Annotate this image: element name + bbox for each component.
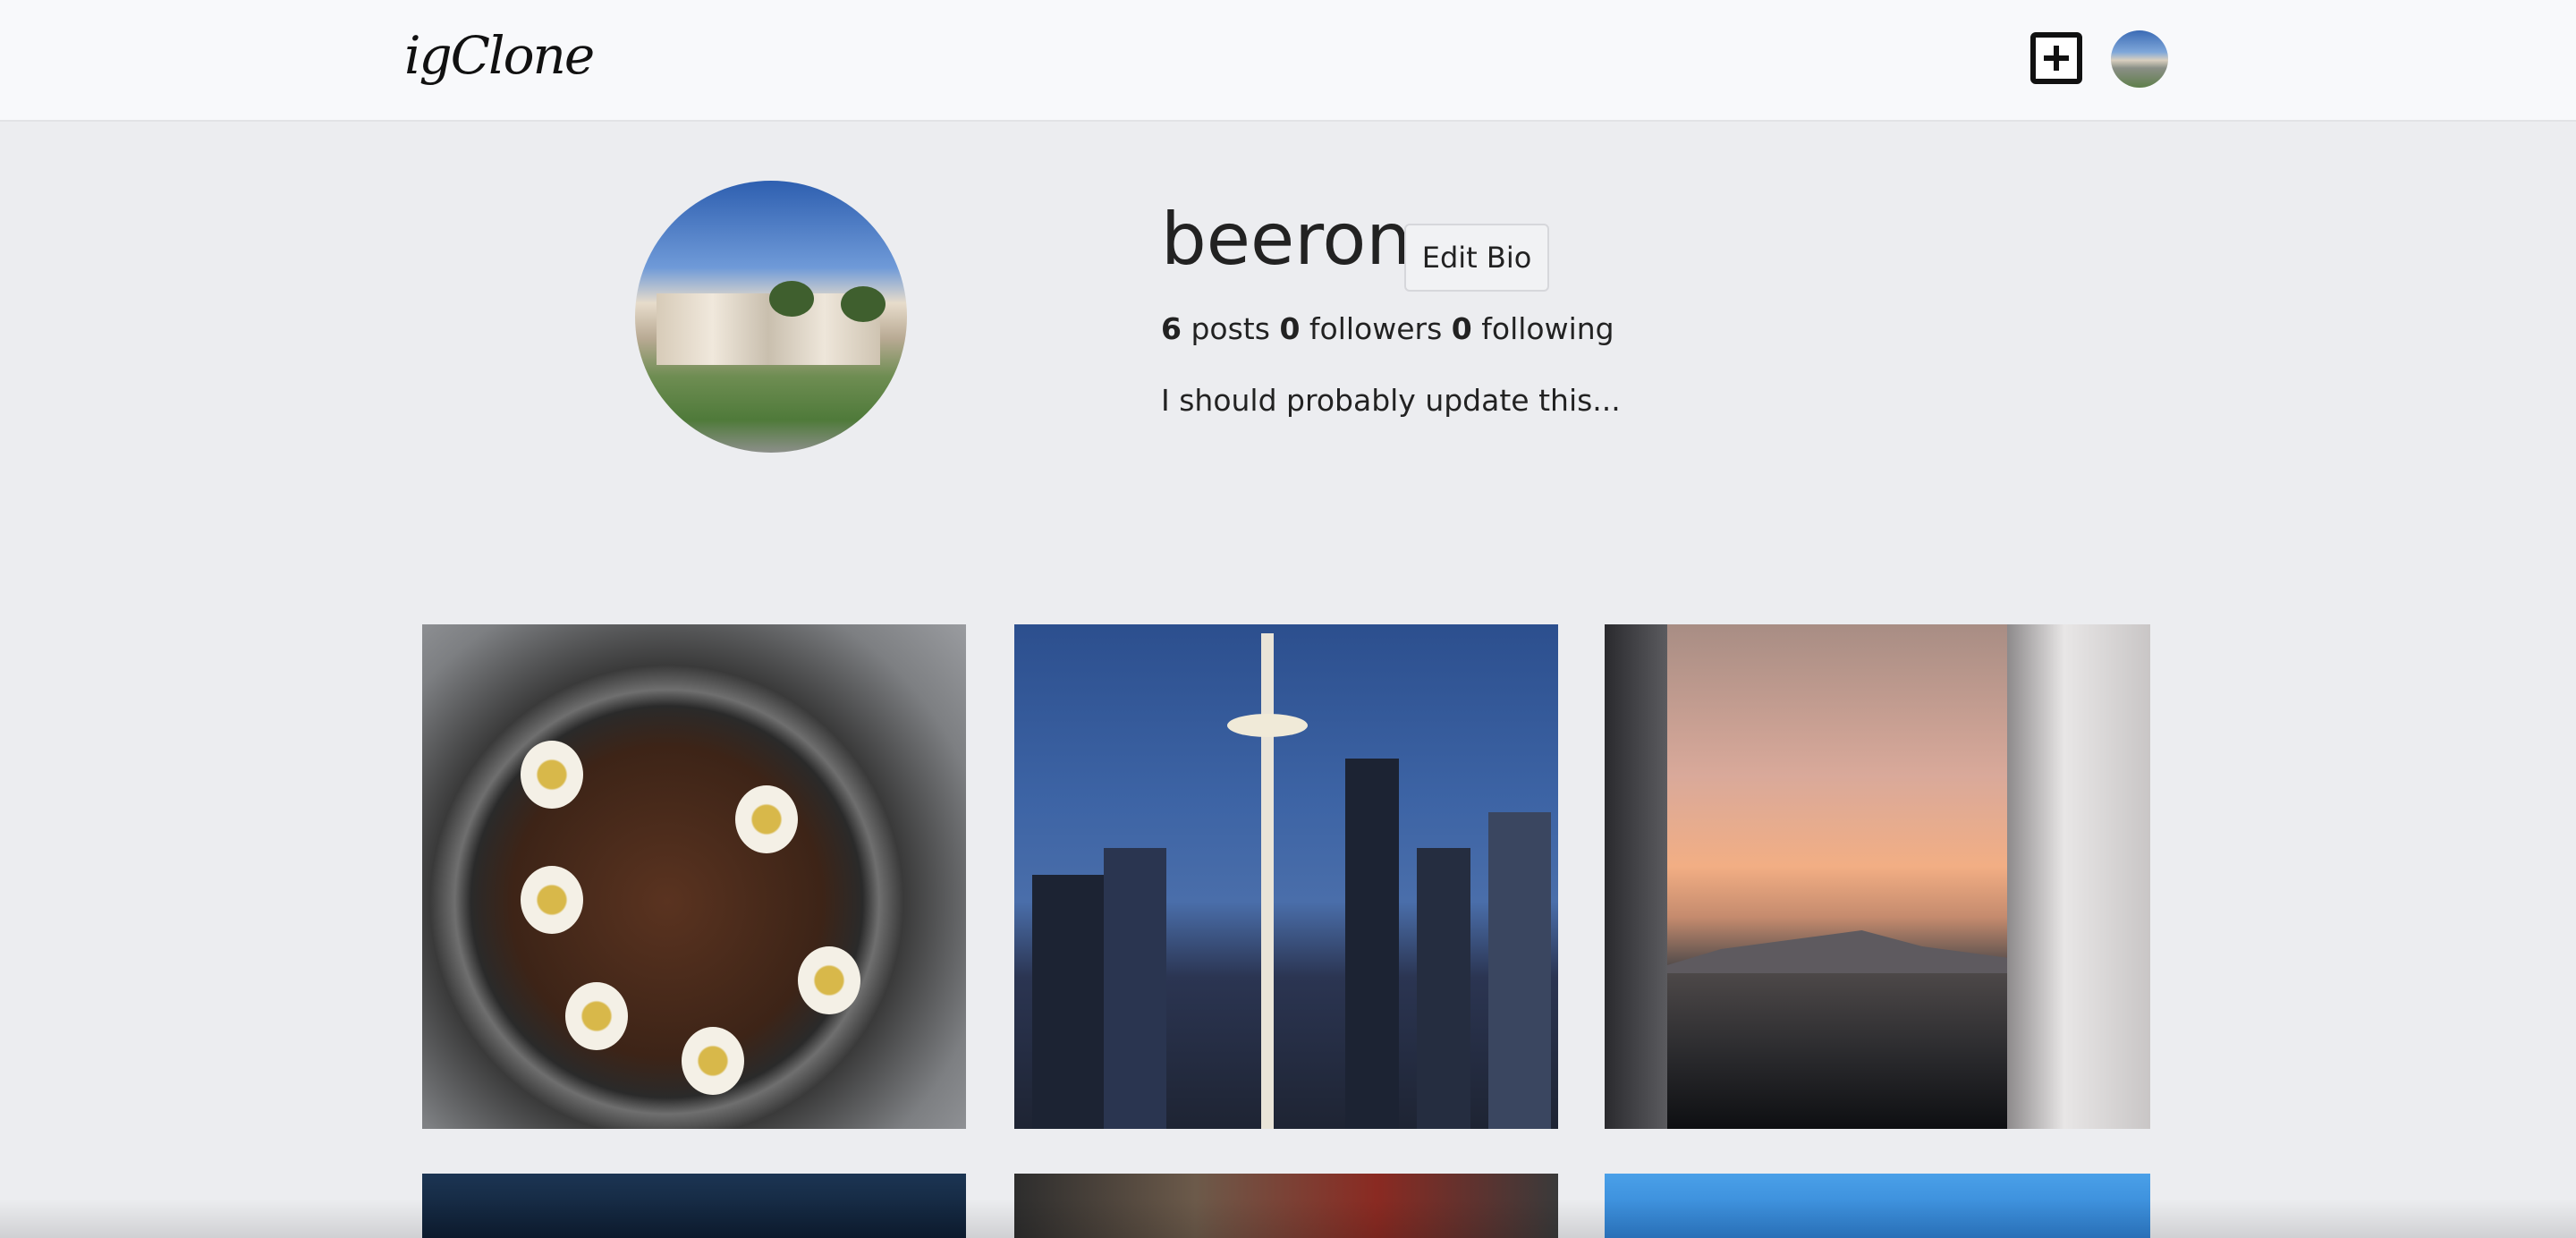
post-detail xyxy=(1345,759,1399,1129)
following-label[interactable]: following xyxy=(1481,311,1614,346)
post-detail xyxy=(2007,624,2150,1129)
followers-count[interactable]: 0 xyxy=(1279,311,1300,346)
post-thumbnail[interactable] xyxy=(422,624,966,1129)
following-count[interactable]: 0 xyxy=(1452,311,1472,346)
top-navbar: igClone xyxy=(0,0,2576,122)
post-detail xyxy=(1640,930,2043,973)
post-detail xyxy=(521,866,583,934)
posts-count: 6 xyxy=(1161,311,1182,346)
bottom-shadow xyxy=(0,1199,2576,1238)
post-thumbnail[interactable] xyxy=(1014,624,1558,1129)
post-detail xyxy=(1417,848,1470,1129)
avatar-palm xyxy=(841,286,886,322)
profile-username: beeron xyxy=(1161,198,1411,281)
new-post-button[interactable] xyxy=(2030,32,2082,84)
post-detail xyxy=(1605,624,1667,1129)
posts-label: posts xyxy=(1191,311,1270,346)
post-detail xyxy=(682,1027,744,1095)
post-detail xyxy=(1032,875,1104,1129)
edit-bio-button[interactable]: Edit Bio xyxy=(1404,224,1549,292)
post-thumbnail[interactable] xyxy=(1605,624,2150,1129)
app-logo[interactable]: igClone xyxy=(404,25,595,86)
nav-avatar[interactable] xyxy=(2111,30,2168,88)
avatar-palm xyxy=(769,281,814,317)
post-detail xyxy=(735,785,798,853)
profile-avatar xyxy=(635,181,907,453)
profile-stats: 6 posts 0 followers 0 following xyxy=(1161,311,1614,346)
post-detail xyxy=(1261,633,1274,1129)
profile-bio: I should probably update this... xyxy=(1161,383,1621,418)
post-detail xyxy=(521,741,583,809)
post-detail xyxy=(798,946,860,1014)
post-detail xyxy=(1227,714,1308,737)
followers-label[interactable]: followers xyxy=(1309,311,1442,346)
post-detail xyxy=(1488,812,1551,1129)
post-detail xyxy=(1104,848,1166,1129)
post-detail xyxy=(565,982,628,1050)
plus-square-icon-vertical xyxy=(2054,46,2059,71)
